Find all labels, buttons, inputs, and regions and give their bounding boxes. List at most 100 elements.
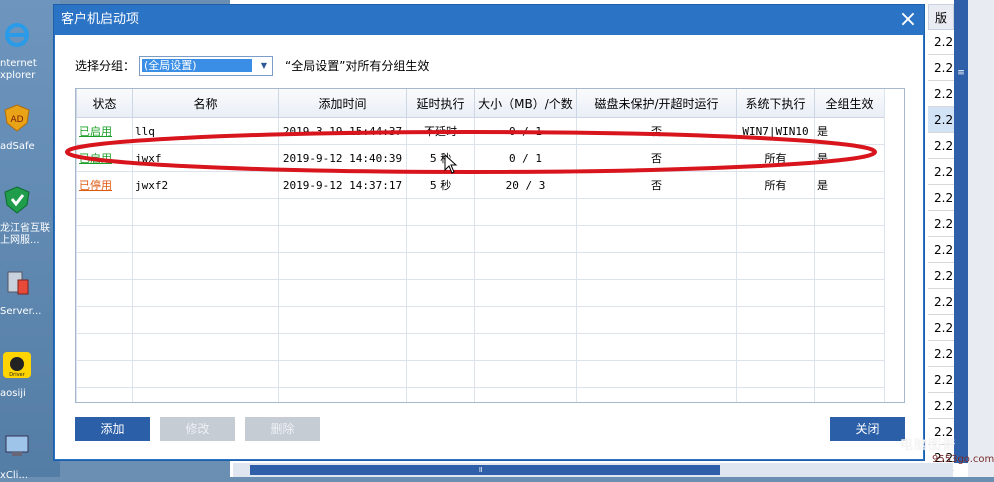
background-cell[interactable]: 2.2 <box>928 55 954 81</box>
desktop-icon-aosiji[interactable]: Driver aosiji <box>0 350 60 400</box>
watermark-line2: 9553go.com <box>932 454 994 465</box>
empty-cell <box>474 279 577 307</box>
column-header-global[interactable]: 全组生效 <box>814 89 885 118</box>
background-cell[interactable]: 2.2 <box>928 211 954 237</box>
empty-cell <box>576 360 737 388</box>
background-cell[interactable]: 2.2 <box>928 263 954 289</box>
name-cell: jwxf <box>132 144 279 172</box>
status-enabled-link[interactable]: 已启用 <box>79 125 112 138</box>
empty-cell <box>406 198 475 226</box>
empty-cell <box>736 306 815 334</box>
desktop-icon-label: 龙江省互联 <box>0 223 50 234</box>
empty-cell <box>278 198 407 226</box>
server-icon <box>7 271 29 295</box>
startup-items-table: 状态 名称 添加时间 延时执行 大小（MB）/个数 磁盘未保护/开超时运行 系统… <box>75 88 905 403</box>
background-right-panel <box>968 0 994 477</box>
background-column-header: 版 <box>928 4 954 30</box>
table-row[interactable]: 已停用 jwxf2 2019-9-12 14:37:17 5 秒 20 / 3 否所有是 <box>76 171 885 199</box>
close-icon[interactable]: × <box>896 8 920 32</box>
background-cell[interactable]: 2.2 <box>928 29 954 55</box>
empty-cell <box>814 387 885 402</box>
global-cell: 是 <box>814 117 885 145</box>
time-cell: 2019-9-12 14:40:39 <box>278 144 407 172</box>
size-cell: 0 / 1 <box>474 144 577 172</box>
column-header-name[interactable]: 名称 <box>132 89 279 118</box>
background-cell[interactable]: 2.2 <box>928 185 954 211</box>
car-icon: Driver <box>3 352 31 378</box>
disk-cell: 否 <box>576 171 737 199</box>
empty-cell <box>474 225 577 253</box>
empty-table-row <box>76 360 885 388</box>
status-disabled-link[interactable]: 已停用 <box>79 179 112 192</box>
empty-cell <box>278 279 407 307</box>
chevron-down-icon[interactable]: ▼ <box>256 57 272 75</box>
background-cell[interactable]: 2.2 <box>928 159 954 185</box>
column-header-time[interactable]: 添加时间 <box>278 89 407 118</box>
background-cell[interactable]: 2.2 <box>928 107 954 133</box>
empty-cell <box>76 279 133 307</box>
shield-green-icon <box>4 186 30 214</box>
empty-cell <box>814 198 885 226</box>
background-vertical-scrollbar[interactable]: ≡ <box>954 0 968 463</box>
empty-cell <box>76 387 133 402</box>
desktop-icon-adsafe[interactable]: AD adSafe <box>0 103 60 153</box>
empty-cell <box>474 360 577 388</box>
column-header-delay[interactable]: 延时执行 <box>406 89 475 118</box>
background-cell[interactable]: 2.2 <box>928 393 954 419</box>
desktop-icon-label: xplorer <box>0 70 36 81</box>
table-header-row: 状态 名称 添加时间 延时执行 大小（MB）/个数 磁盘未保护/开超时运行 系统… <box>76 89 885 118</box>
edit-button[interactable]: 修改 <box>160 417 235 441</box>
status-cell: 已停用 <box>76 171 133 199</box>
status-enabled-link[interactable]: 已启用 <box>79 152 112 165</box>
watermark-line1: 电脑图谱 <box>900 438 957 453</box>
empty-cell <box>132 360 279 388</box>
status-cell: 已启用 <box>76 144 133 172</box>
desktop-icon-server[interactable]: Server... <box>0 268 60 318</box>
column-header-size[interactable]: 大小（MB）/个数 <box>474 89 577 118</box>
empty-cell <box>278 252 407 280</box>
background-cell[interactable]: 2.2 <box>928 315 954 341</box>
status-cell: 已启用 <box>76 117 133 145</box>
empty-cell <box>132 252 279 280</box>
add-button[interactable]: 添加 <box>75 417 150 441</box>
background-cell[interactable]: 2.2 <box>928 289 954 315</box>
column-header-disk[interactable]: 磁盘未保护/开超时运行 <box>576 89 737 118</box>
watermark: 电脑图谱 9553go.com <box>900 428 994 477</box>
group-note: “全局设置”对所有分组生效 <box>285 59 430 73</box>
background-cell[interactable]: 2.2 <box>928 237 954 263</box>
background-cell[interactable]: 2.2 <box>928 133 954 159</box>
empty-cell <box>474 252 577 280</box>
ie-icon <box>5 23 29 47</box>
background-cell[interactable]: 2.2 <box>928 367 954 393</box>
delete-button[interactable]: 删除 <box>245 417 320 441</box>
group-label: 选择分组： <box>75 59 136 73</box>
column-header-status[interactable]: 状态 <box>76 89 133 118</box>
empty-cell <box>278 225 407 253</box>
empty-cell <box>406 225 475 253</box>
empty-cell <box>76 225 133 253</box>
disk-cell: 否 <box>576 144 737 172</box>
delay-cell: 不延时 <box>406 117 475 145</box>
desktop-icon-net[interactable]: 龙江省互联 上网服... <box>0 185 60 247</box>
grip-icon: ॥ <box>478 465 483 474</box>
column-header-system[interactable]: 系统下执行 <box>736 89 815 118</box>
table-row[interactable]: 已启用 llq 2019-3-19 15:44:37 不延时 0 / 1 否 WIN7|WI… <box>76 117 885 145</box>
startup-items-dialog: 客户机启动项 × 选择分组： (全局设置) ▼ “全局设置”对所有分组生效 状态… <box>54 5 924 460</box>
desktop-icon-client[interactable]: xCli... <box>0 432 60 482</box>
size-cell: 20 / 3 <box>474 171 577 199</box>
desktop-icon-ie[interactable]: nternet xplorer <box>0 20 60 82</box>
empty-cell <box>76 333 133 361</box>
empty-cell <box>76 252 133 280</box>
close-button[interactable]: 关闭 <box>830 417 905 441</box>
empty-table-row <box>76 306 885 334</box>
horizontal-scroll-thumb[interactable]: ॥ <box>250 465 720 475</box>
desktop-icon-label: xCli... <box>0 470 28 481</box>
empty-cell <box>474 387 577 402</box>
empty-table-row <box>76 198 885 226</box>
table-row[interactable]: 已启用 jwxf 2019-9-12 14:40:39 5 秒0 / 1 否所有是 <box>76 144 885 172</box>
group-select[interactable]: (全局设置) ▼ <box>139 56 273 76</box>
background-cell[interactable]: 2.2 <box>928 341 954 367</box>
table-filler <box>884 89 904 402</box>
empty-cell <box>76 198 133 226</box>
background-cell[interactable]: 2.2 <box>928 81 954 107</box>
